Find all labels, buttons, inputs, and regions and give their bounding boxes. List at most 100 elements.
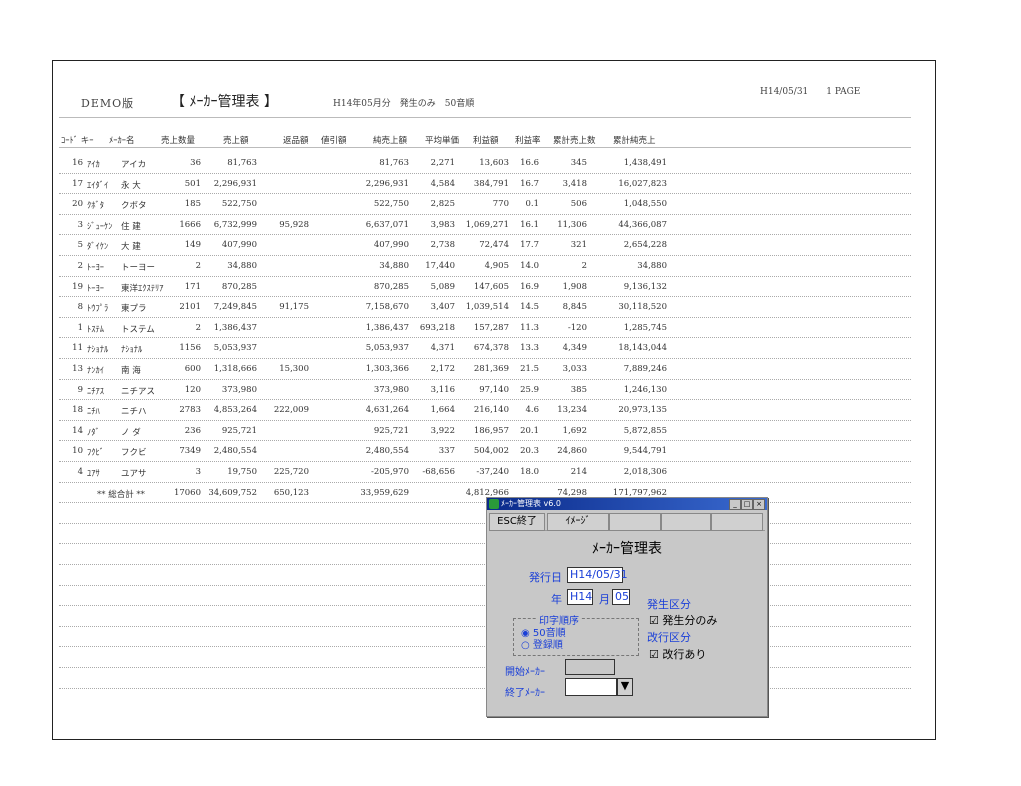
cell-net-sales: 373,980 bbox=[373, 384, 409, 395]
cell-avg-price: 3,116 bbox=[430, 384, 455, 395]
empty-row-line bbox=[59, 584, 911, 586]
order-opt2-label: 登録順 bbox=[532, 640, 563, 651]
table-row: 20 ｸﾎﾞﾀ クボタ 185 522,750 522,750 2,825 770 0.1 506… bbox=[53, 194, 935, 214]
cell-cum-quantity: 3,418 bbox=[562, 178, 587, 189]
report-title: 【 ﾒｰｶｰ管理表 】 bbox=[171, 94, 278, 110]
start-maker-field[interactable] bbox=[565, 659, 615, 675]
cell-profit-rate: 25.9 bbox=[520, 384, 539, 395]
cell-profit-rate: 4.6 bbox=[525, 405, 539, 416]
dialog-title: ﾒｰｶｰ管理表 v6.0 bbox=[501, 499, 561, 508]
column-header: 利益率 bbox=[515, 136, 541, 146]
cell-profit: 384,791 bbox=[473, 178, 509, 189]
total-sales: 34,609,752 bbox=[208, 487, 257, 498]
table-row: 11 ﾅｼｮﾅﾙ ﾅｼｮﾅﾙ 1156 5,053,937 5,053,937 4,371 6… bbox=[53, 338, 935, 358]
cell-cum-net-sales: 5,872,855 bbox=[623, 425, 667, 436]
year-field[interactable]: H14 bbox=[567, 589, 593, 605]
cell-quantity: 2 bbox=[195, 261, 201, 271]
maximize-icon[interactable]: □ bbox=[741, 499, 753, 510]
cell-cum-net-sales: 9,544,791 bbox=[623, 446, 667, 457]
cell-maker-name: 東洋ｴｸｽﾃﾘｱ bbox=[121, 283, 164, 294]
cell-sales: 2,296,931 bbox=[213, 178, 257, 189]
cell-profit: 1,069,271 bbox=[465, 219, 509, 230]
month-field[interactable]: 05 bbox=[612, 589, 630, 605]
cell-returns: 225,720 bbox=[273, 467, 309, 477]
column-header: ｺｰﾄﾞ キｰ bbox=[61, 136, 94, 146]
cell-net-sales: 925,721 bbox=[373, 425, 409, 436]
total-returns: 650,123 bbox=[273, 487, 309, 498]
cell-cum-net-sales: 2,018,306 bbox=[623, 467, 667, 477]
cell-sales: 6,732,999 bbox=[213, 219, 257, 230]
cell-net-sales: 870,285 bbox=[373, 281, 409, 292]
cell-net-sales: 1,386,437 bbox=[365, 322, 409, 333]
cell-profit: -37,240 bbox=[476, 467, 509, 477]
start-maker-label: 開始ﾒｰｶｰ bbox=[505, 667, 545, 678]
column-divider bbox=[59, 147, 911, 148]
cell-profit: 216,140 bbox=[473, 405, 509, 416]
cell-profit: 4,905 bbox=[484, 261, 509, 271]
dialog-titlebar[interactable]: ﾒｰｶｰ管理表 v6.0 _ □ × bbox=[487, 498, 767, 510]
cell-net-sales: -205,970 bbox=[370, 467, 409, 477]
empty-row-line bbox=[59, 543, 911, 545]
cell-quantity: 36 bbox=[190, 158, 201, 168]
cell-avg-price: 2,825 bbox=[430, 199, 455, 210]
image-button[interactable]: ｲﾒｰｼﾞ bbox=[547, 513, 609, 531]
table-row: 8 ﾄｳﾌﾟﾗ 東プラ 2101 7,249,845 91,175 7,158,670 3,4… bbox=[53, 297, 935, 317]
cell-code: 16 bbox=[72, 158, 83, 168]
cell-cum-quantity: 24,860 bbox=[557, 446, 587, 457]
column-header: ﾒｰｶｰ名 bbox=[109, 136, 135, 146]
table-row: 17 ｴｲﾀﾞｲ 永 大 501 2,296,931 2,296,931 4,584 384,… bbox=[53, 174, 935, 194]
page-break-label: 改行区分 bbox=[647, 631, 691, 644]
cell-code: 2 bbox=[77, 261, 83, 271]
issue-date-field[interactable]: H14/05/31 bbox=[567, 567, 628, 583]
cell-cum-net-sales: 16,027,823 bbox=[618, 178, 667, 189]
cell-net-sales: 2,480,554 bbox=[365, 446, 409, 457]
empty-row-line bbox=[59, 564, 911, 565]
cell-cum-quantity: 345 bbox=[570, 158, 587, 168]
cell-profit-rate: 16.7 bbox=[520, 178, 539, 189]
cell-quantity: 1666 bbox=[179, 219, 201, 230]
cell-cum-quantity: 8,845 bbox=[562, 302, 587, 313]
end-maker-field[interactable] bbox=[565, 678, 617, 696]
cell-profit-rate: 16.1 bbox=[520, 219, 539, 230]
occurrence-checkbox[interactable]: ☑ 発生分のみ bbox=[649, 612, 717, 628]
table-row: 19 ﾄｰﾖｰ 東洋ｴｸｽﾃﾘｱ 171 870,285 870,285 5,089 147,… bbox=[53, 277, 935, 297]
cell-net-sales: 81,763 bbox=[379, 158, 409, 168]
cell-code: 3 bbox=[77, 219, 83, 230]
cell-sales: 19,750 bbox=[227, 467, 257, 477]
cell-sales: 34,880 bbox=[227, 261, 257, 271]
cell-avg-price: 4,371 bbox=[430, 343, 455, 354]
cell-profit: 1,039,514 bbox=[465, 302, 509, 313]
cell-net-sales: 6,637,071 bbox=[365, 219, 409, 230]
empty-row-line bbox=[59, 646, 911, 648]
chevron-down-icon[interactable]: ▼ bbox=[617, 678, 633, 696]
toolbar-blank-2[interactable] bbox=[661, 513, 711, 531]
print-date-page: H14/05/31 1 PAGE bbox=[760, 87, 861, 97]
cell-quantity: 1156 bbox=[179, 343, 201, 354]
cell-maker-name: クボタ bbox=[121, 201, 147, 212]
cell-sales: 2,480,554 bbox=[213, 446, 257, 457]
cell-maker-name: 大 建 bbox=[121, 242, 141, 253]
cell-net-sales: 407,990 bbox=[373, 240, 409, 251]
cell-profit: 13,603 bbox=[479, 158, 509, 168]
cell-kana-key: ﾉﾀﾞ bbox=[87, 427, 100, 438]
toolbar-blank-1[interactable] bbox=[609, 513, 661, 531]
cell-avg-price: 337 bbox=[438, 446, 455, 457]
app-icon bbox=[489, 499, 499, 509]
dialog-toolbar: ESC終了 ｲﾒｰｼﾞ bbox=[489, 512, 765, 531]
cell-code: 17 bbox=[72, 178, 83, 189]
cell-avg-price: 693,218 bbox=[419, 322, 455, 333]
cell-net-sales: 522,750 bbox=[373, 199, 409, 210]
page-break-checkbox[interactable]: ☑ 改行あり bbox=[649, 646, 706, 662]
cell-code: 4 bbox=[77, 467, 83, 477]
close-icon[interactable]: × bbox=[753, 499, 765, 510]
minimize-icon[interactable]: _ bbox=[729, 499, 741, 510]
cell-sales: 407,990 bbox=[221, 240, 257, 251]
cell-quantity: 236 bbox=[184, 425, 201, 436]
cell-quantity: 501 bbox=[184, 178, 201, 189]
cell-quantity: 3 bbox=[195, 467, 201, 477]
toolbar-blank-3[interactable] bbox=[711, 513, 763, 531]
esc-exit-button[interactable]: ESC終了 bbox=[489, 513, 545, 531]
cell-kana-key: ﾆﾁﾊ bbox=[87, 407, 100, 418]
column-header: 返品額 bbox=[283, 136, 309, 146]
order-radio-registered[interactable]: ○ 登録順 bbox=[521, 636, 563, 651]
